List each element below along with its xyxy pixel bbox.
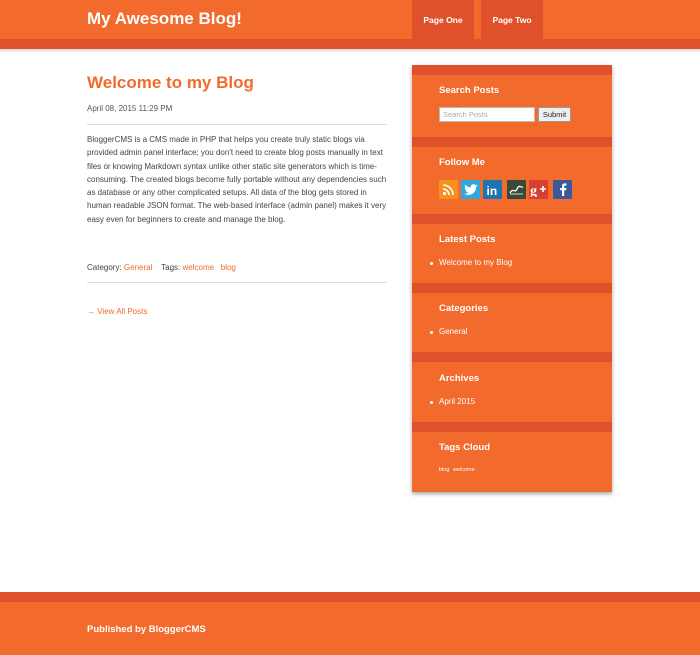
linkedin-icon[interactable]: in xyxy=(483,180,502,199)
sidebar-band xyxy=(412,214,612,224)
sidebar-band xyxy=(412,422,612,432)
tag-cloud-welcome[interactable]: welcome xyxy=(453,467,475,473)
archive-item-april-2015[interactable]: April 2015 xyxy=(439,397,475,406)
footer-credit: Published by BloggerCMS xyxy=(87,624,206,635)
sidebar-band xyxy=(412,283,612,293)
site-title[interactable]: My Awesome Blog! xyxy=(87,9,242,29)
facebook-icon[interactable] xyxy=(553,180,572,199)
twitter-icon[interactable] xyxy=(461,180,480,199)
sidebar-band xyxy=(412,65,612,75)
site-footer: Published by BloggerCMS xyxy=(0,592,700,655)
tag-cloud-blog[interactable]: blog xyxy=(439,467,449,473)
post-body: BloggerCMS is a CMS made in PHP that hel… xyxy=(87,135,387,224)
sidebar-band xyxy=(412,352,612,362)
tags-cloud-title: Tags Cloud xyxy=(439,442,491,453)
sidebar: Search Posts Submit Follow Me in g Lates… xyxy=(412,65,612,492)
rss-icon[interactable] xyxy=(439,180,458,199)
svg-text:in: in xyxy=(487,184,498,196)
tag-link-blog[interactable]: blog xyxy=(221,263,236,272)
svg-text:g: g xyxy=(530,184,537,197)
search-posts-title: Search Posts xyxy=(439,85,500,96)
nav-page-two[interactable]: Page Two xyxy=(481,0,543,39)
post-date: April 08, 2015 11:29 PM xyxy=(87,104,173,113)
post-meta: Category: General Tags: welcome blog xyxy=(87,263,236,272)
google-plus-icon[interactable]: g xyxy=(529,180,548,199)
nav-page-one[interactable]: Page One xyxy=(412,0,474,39)
category-label: Category: xyxy=(87,263,122,272)
category-item-general[interactable]: General xyxy=(439,327,467,336)
header-shadow xyxy=(0,49,700,53)
post-divider-bottom xyxy=(87,282,387,283)
tags-label: Tags: xyxy=(161,263,181,272)
list-bullet xyxy=(430,401,433,404)
tag-link-welcome[interactable]: welcome xyxy=(183,263,215,272)
tags-cloud: blog welcome xyxy=(439,467,477,473)
post-title[interactable]: Welcome to my Blog xyxy=(87,73,254,93)
search-input[interactable] xyxy=(439,107,535,122)
blog-icon[interactable] xyxy=(507,180,526,199)
header-stripe xyxy=(0,39,700,49)
latest-posts-title: Latest Posts xyxy=(439,234,496,245)
latest-post-item[interactable]: Welcome to my Blog xyxy=(439,258,512,267)
archives-title: Archives xyxy=(439,373,480,384)
footer-stripe xyxy=(0,592,700,602)
follow-me-title: Follow Me xyxy=(439,157,485,168)
list-bullet xyxy=(430,262,433,265)
search-submit-button[interactable]: Submit xyxy=(538,107,571,122)
list-bullet xyxy=(430,331,433,334)
site-header: My Awesome Blog! Page One Page Two xyxy=(0,0,700,49)
post-divider-top xyxy=(87,124,387,125)
categories-title: Categories xyxy=(439,303,489,314)
category-link[interactable]: General xyxy=(124,263,152,272)
view-all-posts-link[interactable]: → View All Posts xyxy=(87,307,147,316)
sidebar-band xyxy=(412,137,612,147)
